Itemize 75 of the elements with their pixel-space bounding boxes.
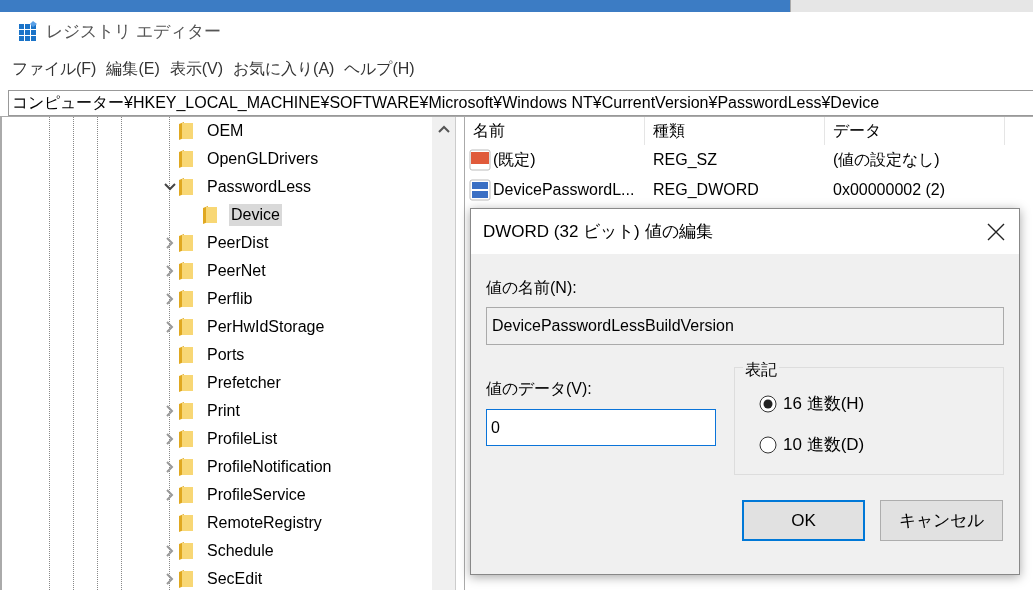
menu-item[interactable]: ファイル(F) [12,58,97,80]
tree-item[interactable]: PeerDist [205,232,271,254]
tree-item[interactable]: PerHwIdStorage [205,316,327,338]
value-data-field[interactable]: 0 [486,409,716,446]
chevron-right-icon[interactable] [166,405,174,417]
tree-item[interactable]: PeerNet [205,260,268,282]
tree-item[interactable]: ProfileNotification [205,456,334,478]
menu-item[interactable]: ヘルプ(H) [344,58,415,80]
field-label: 値の名前(N): [486,278,578,298]
close-icon[interactable] [987,222,1005,241]
tree-item[interactable]: Perflib [205,288,255,310]
radio-icon[interactable] [759,394,777,413]
folder-icon [179,402,193,420]
chevron-right-icon[interactable] [166,489,174,501]
value-name-field: DevicePasswordLessBuildVersion [486,307,1004,345]
chevron-right-icon[interactable] [166,461,174,473]
dialog-button[interactable]: キャンセル [880,500,1003,541]
folder-icon [203,206,217,224]
folder-icon [179,346,193,364]
radio-option[interactable]: 16 進数(H) [759,392,1003,415]
folder-icon [179,458,193,476]
tree-item[interactable]: PasswordLess [205,176,314,198]
value-name[interactable]: (既定) [493,149,536,171]
scroll-up-icon[interactable] [437,125,450,133]
folder-icon [179,290,193,308]
tree-item[interactable]: OpenGLDrivers [205,148,321,170]
folder-icon [179,122,193,140]
chevron-right-icon[interactable] [166,321,174,333]
value-type: REG_SZ [652,151,718,169]
tree-item[interactable]: ProfileList [205,428,280,450]
chevron-right-icon[interactable] [166,573,174,585]
radio-option[interactable]: 10 進数(D) [759,433,1003,456]
tree-item[interactable]: Print [205,400,242,422]
folder-icon [179,486,193,504]
menu-item[interactable]: お気に入り(A) [233,58,335,80]
folder-icon [179,178,193,196]
folder-icon [179,318,193,336]
value-data: 0x00000002 (2) [832,181,947,199]
chevron-right-icon[interactable] [166,545,174,557]
tree-item[interactable]: SecEdit [205,568,265,590]
folder-icon [179,570,193,588]
tree-item[interactable]: Schedule [205,540,276,562]
binary-value-icon [469,179,491,201]
radio-icon[interactable] [759,435,777,454]
folder-icon [179,374,193,392]
dialog-title: DWORD (32 ビット) 値の編集 [483,221,713,243]
tree-item[interactable]: ProfileService [205,484,308,506]
tree-item[interactable]: Device [229,204,282,226]
value-type: REG_DWORD [652,181,760,199]
folder-icon [179,150,193,168]
registry-icon [18,21,38,41]
field-label: 値のデータ(V): [486,379,593,399]
folder-icon [179,430,193,448]
folder-icon [179,262,193,280]
folder-icon [179,234,193,252]
address-bar[interactable]: コンピューター¥HKEY_LOCAL_MACHINE¥SOFTWARE¥Microsoft¥Windows NT¥CurrentVersion¥PasswordLess¥Device [8,90,1033,116]
chevron-down-icon[interactable] [164,183,176,191]
menu-item[interactable]: 表示(V) [169,58,224,80]
tree-item[interactable]: Prefetcher [205,372,283,394]
chevron-right-icon[interactable] [166,265,174,277]
folder-icon [179,514,193,532]
string-value-icon [469,149,491,171]
chevron-right-icon[interactable] [166,237,174,249]
tree-item[interactable]: RemoteRegistry [205,512,324,534]
value-name[interactable]: DevicePasswordL... [493,181,635,199]
dialog-button[interactable]: OK [742,500,865,541]
chevron-right-icon[interactable] [166,433,174,445]
window-title: レジストリ エディター [46,20,221,43]
folder-icon [179,542,193,560]
menu-item[interactable]: 編集(E) [106,58,160,80]
chevron-right-icon[interactable] [166,293,174,305]
tree-item[interactable]: OEM [205,120,246,142]
tree-item[interactable]: Ports [205,344,247,366]
scrollbar[interactable] [432,117,456,590]
value-data: (値の設定なし) [832,149,941,170]
